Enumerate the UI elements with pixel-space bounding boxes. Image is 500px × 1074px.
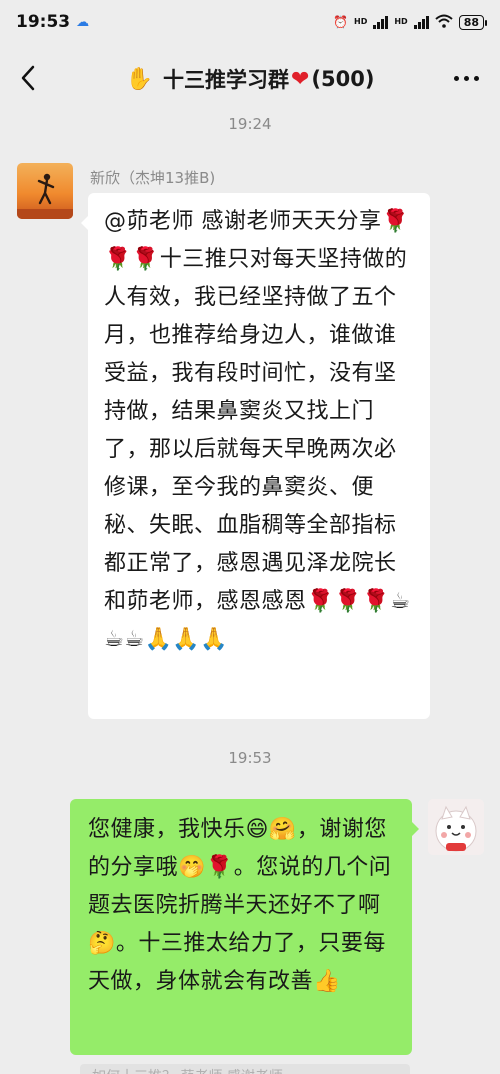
raised-hand-icon: ✋	[125, 66, 153, 92]
outgoing-message-bubble[interactable]: 您健康，我快乐😄🤗，谢谢您的分享哦🤭🌹。您说的几个问题去医院折腾半天还好不了啊🤔…	[70, 799, 419, 1055]
message-timestamp: 19:24	[228, 115, 272, 133]
incoming-message-bubble[interactable]: @茆老师 感谢老师天天分享🌹🌹🌹十三推只对每天坚持做的人有效，我已经坚持做了五个…	[81, 193, 430, 719]
member-count: (500)	[311, 67, 375, 91]
more-dot-icon	[453, 75, 459, 81]
cloud-sync-icon: ☁	[76, 14, 90, 30]
chevron-left-icon	[21, 65, 35, 91]
chat-title: ✋ 十三推学习群 ❤ (500)	[126, 64, 375, 94]
my-avatar[interactable]	[428, 799, 484, 855]
back-button[interactable]	[8, 58, 48, 98]
partial-message-text: 如何十三推？ 茆老师 感谢老师	[92, 1066, 283, 1074]
more-dot-icon	[473, 75, 479, 81]
hd-label-2: HD	[394, 17, 408, 26]
status-bar: 19:53 ☁ ⏰ HD HD 88	[0, 0, 500, 44]
status-icons: ⏰ HD HD 88	[333, 14, 488, 31]
signal-icon-2	[413, 15, 429, 29]
wifi-icon	[435, 14, 453, 31]
battery-icon: 88	[458, 14, 488, 30]
hd-label-1: HD	[354, 17, 368, 26]
chat-header: ✋ 十三推学习群 ❤ (500)	[0, 44, 500, 114]
sender-name: 新欣（杰坤13推B)	[90, 169, 216, 187]
status-time: 19:53	[16, 12, 71, 32]
alarm-icon: ⏰	[333, 15, 348, 29]
signal-icon-1	[373, 15, 389, 29]
sender-avatar[interactable]	[17, 163, 73, 219]
more-dot-icon	[463, 75, 469, 81]
heart-icon: ❤	[290, 66, 310, 92]
group-name: 十三推学习群	[162, 68, 289, 92]
more-options-button[interactable]	[446, 58, 486, 98]
message-timestamp: 19:53	[228, 749, 272, 767]
